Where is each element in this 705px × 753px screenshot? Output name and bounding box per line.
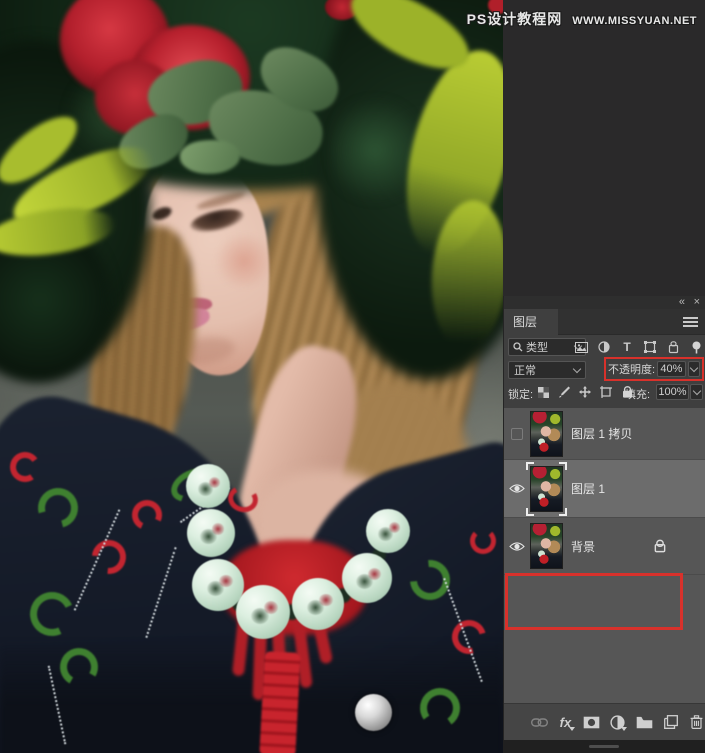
lock-transparency-icon[interactable] bbox=[536, 385, 550, 399]
add-layer-mask-icon[interactable] bbox=[583, 712, 601, 732]
layer-name: 图层 1 bbox=[571, 482, 606, 496]
panel-tab-bar: 图层 bbox=[504, 309, 705, 335]
filter-type-label: 类型 bbox=[526, 342, 548, 354]
visibility-toggle[interactable] bbox=[504, 427, 530, 440]
visibility-toggle[interactable] bbox=[504, 483, 530, 494]
watermark-site-name: PS设计教程网 bbox=[466, 11, 563, 27]
layer-style-fx-icon[interactable]: fx bbox=[556, 712, 575, 732]
delete-layer-trash-icon[interactable] bbox=[688, 712, 705, 732]
blend-mode-dropdown[interactable]: 正常 bbox=[508, 361, 586, 379]
opacity-value-field[interactable]: 40% bbox=[657, 361, 686, 377]
selection-corner bbox=[559, 507, 567, 516]
opacity-highlight-box: 不透明度: 40% bbox=[604, 357, 704, 381]
fill-dropdown-button[interactable] bbox=[690, 384, 703, 400]
lock-pixels-brush-icon[interactable] bbox=[557, 385, 571, 399]
new-adjustment-layer-icon[interactable] bbox=[609, 712, 628, 732]
layer-list: 图层 1 拷贝 图层 1 背景 bbox=[504, 408, 705, 703]
layer-row-copy[interactable]: 图层 1 拷贝 bbox=[504, 408, 705, 460]
lock-label: 锁定: bbox=[508, 389, 534, 401]
eye-icon bbox=[509, 484, 525, 493]
layer-name: 图层 1 拷贝 bbox=[571, 427, 633, 441]
fill-label: 填充: bbox=[625, 389, 651, 401]
selection-corner bbox=[526, 461, 534, 470]
new-group-folder-icon[interactable] bbox=[635, 712, 653, 732]
tutorial-highlight-box bbox=[505, 573, 683, 630]
blend-mode-value: 正常 bbox=[514, 365, 536, 377]
layer-thumbnail[interactable] bbox=[530, 523, 563, 569]
photoshop-workspace: PS设计教程网 WWW.MISSYUAN.NET « × 图层 类型 T 正常 … bbox=[0, 0, 705, 753]
resize-grip[interactable] bbox=[589, 745, 619, 748]
filter-shape-layers-icon[interactable] bbox=[643, 340, 657, 354]
filter-type-layers-icon[interactable]: T bbox=[620, 340, 634, 354]
layer-row-layer1[interactable]: 图层 1 bbox=[504, 460, 705, 518]
close-panel-icon[interactable]: × bbox=[694, 296, 700, 309]
thumbnail-image bbox=[530, 410, 563, 457]
eye-hidden-icon bbox=[511, 427, 523, 440]
panel-title-bar: « × bbox=[504, 296, 705, 309]
filter-smart-objects-icon[interactable] bbox=[666, 340, 680, 354]
layer-thumbnail[interactable] bbox=[526, 461, 567, 516]
layer-thumbnail[interactable] bbox=[530, 410, 563, 457]
tab-layers[interactable]: 图层 bbox=[504, 309, 558, 335]
watermark: PS设计教程网 WWW.MISSYUAN.NET bbox=[467, 9, 697, 29]
fill-value-field[interactable]: 100% bbox=[656, 384, 689, 400]
layer-filter-row: 类型 T bbox=[504, 335, 705, 359]
lock-fill-row: 锁定: 填充: 100% bbox=[504, 382, 705, 408]
panel-bottom-edge bbox=[503, 740, 705, 753]
layers-panel: « × 图层 类型 T 正常 不透明度: 40% 锁定: 填充: 100% 图层… bbox=[503, 296, 705, 740]
chevron-down-icon bbox=[692, 386, 701, 395]
link-layers-icon[interactable] bbox=[530, 712, 548, 732]
canvas-photo bbox=[0, 0, 503, 753]
search-icon bbox=[513, 342, 523, 352]
eye-icon bbox=[509, 541, 525, 551]
lock-artboard-icon[interactable] bbox=[599, 385, 613, 399]
filter-pixel-layers-icon[interactable] bbox=[574, 340, 588, 354]
layer-row-background[interactable]: 背景 bbox=[504, 518, 705, 575]
layer-name: 背景 bbox=[571, 539, 596, 554]
thumbnail-image bbox=[530, 523, 563, 569]
visibility-toggle[interactable] bbox=[504, 541, 530, 552]
opacity-label: 不透明度: bbox=[608, 364, 656, 376]
chevron-down-icon bbox=[572, 364, 582, 373]
selection-corner bbox=[559, 461, 567, 470]
filter-pin-icon[interactable] bbox=[689, 340, 703, 354]
thumbnail-image bbox=[530, 465, 563, 512]
chevron-down-icon bbox=[689, 363, 699, 372]
panel-footer: fx bbox=[504, 703, 705, 740]
layer-lock-icon bbox=[654, 539, 666, 553]
opacity-dropdown-button[interactable] bbox=[687, 361, 700, 377]
filter-adjustment-layers-icon[interactable] bbox=[597, 340, 611, 354]
blend-opacity-row: 正常 不透明度: 40% bbox=[504, 357, 705, 382]
lock-position-icon[interactable] bbox=[578, 385, 592, 399]
watermark-site-url: WWW.MISSYUAN.NET bbox=[572, 15, 697, 27]
photo-silver-button bbox=[355, 694, 392, 731]
new-layer-icon[interactable] bbox=[661, 712, 679, 732]
collapse-panel-icon[interactable]: « bbox=[679, 296, 685, 309]
panel-menu-icon[interactable] bbox=[683, 317, 698, 327]
selection-corner bbox=[526, 507, 534, 516]
